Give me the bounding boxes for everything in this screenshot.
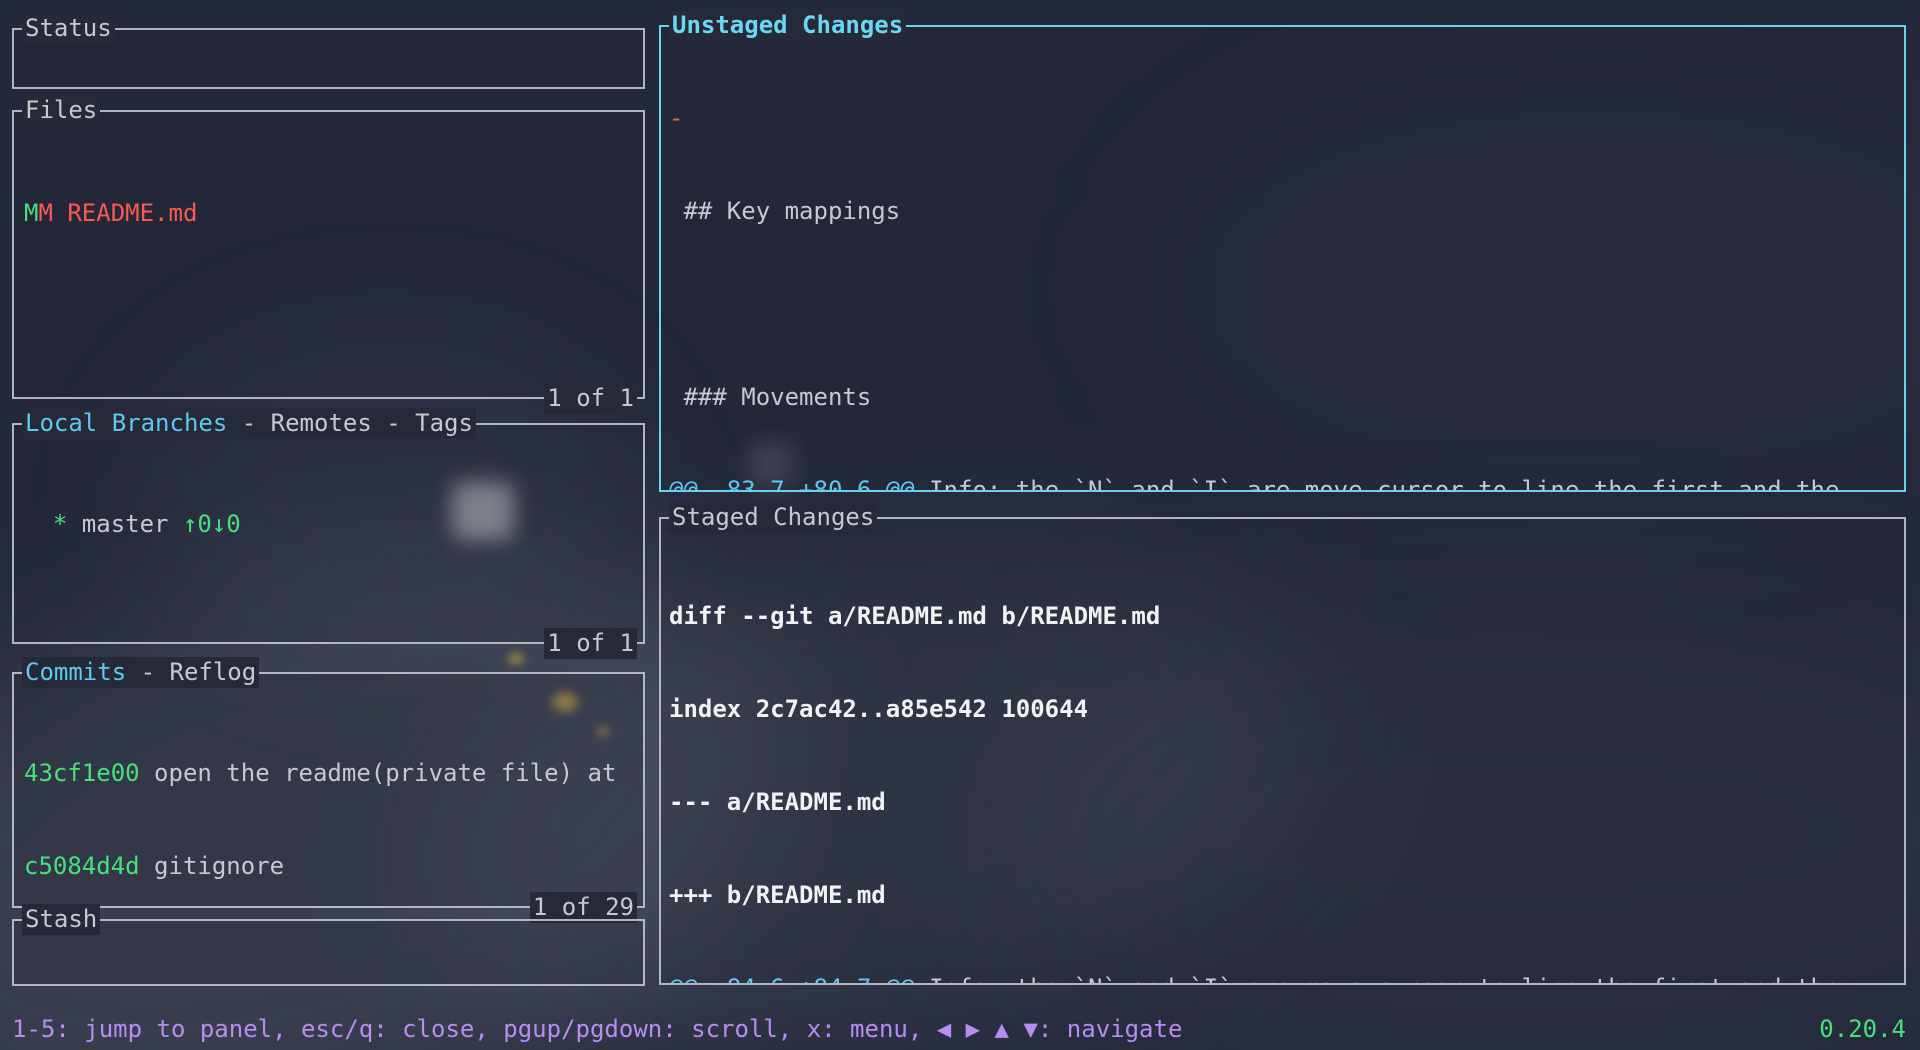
staged-status-flag: M: [24, 199, 38, 227]
branch-row[interactable]: * master ↑0↓0: [24, 509, 635, 540]
diff-hunk-line[interactable]: @@ -83,7 +80,6 @@ Info: the `N` and `I` …: [669, 475, 1896, 490]
file-name: README.md: [53, 199, 198, 227]
gitui-terminal: Status ↑0↓0 nvim → master Files MM READM…: [0, 0, 1920, 1050]
panel-commits[interactable]: Commits - Reflog 43cf1e00 open the readm…: [12, 672, 645, 908]
diff-file-header[interactable]: diff --git a/README.md b/README.md: [669, 601, 1896, 632]
hunk-context: Info: the `N` and `I` are move cursor to…: [915, 476, 1840, 490]
commit-message: open the readme(private file) at: [140, 759, 617, 787]
unstaged-diff: - ## Key mappings ### Movements @@ -83,7…: [661, 27, 1904, 490]
commits-list: 43cf1e00 open the readme(private file) a…: [14, 674, 643, 906]
branches-list: * master ↑0↓0: [14, 425, 643, 642]
status-content: ↑0↓0 nvim → master: [14, 30, 643, 87]
diff-removed-line[interactable]: -: [669, 103, 1896, 134]
diff-new-file[interactable]: +++ b/README.md: [669, 880, 1896, 911]
diff-context-line[interactable]: ### Movements: [669, 382, 1896, 413]
app-version: 0.20.4: [1819, 1014, 1906, 1045]
branch-ahead-behind: ↑0↓0: [183, 510, 241, 538]
hunk-header: @@ -83,7 +80,6 @@: [669, 476, 915, 490]
stash-list: [14, 921, 643, 984]
files-position-indicator: 1 of 1: [544, 383, 637, 414]
hunk-header: @@ -84,6 +84,7 @@: [669, 974, 915, 983]
commit-hash: 43cf1e00: [24, 759, 140, 787]
branches-position-indicator: 1 of 1: [544, 628, 637, 659]
panel-stash[interactable]: Stash: [12, 919, 645, 986]
current-branch-marker: *: [24, 510, 82, 538]
panel-files[interactable]: Files MM README.md 1 of 1: [12, 110, 645, 399]
commit-message: gitignore: [140, 852, 285, 880]
commit-hash: c5084d4d: [24, 852, 140, 880]
commit-row[interactable]: 43cf1e00 open the readme(private file) a…: [24, 758, 635, 789]
keybinding-hints: 1-5: jump to panel, esc/q: close, pgup/p…: [12, 1014, 1182, 1045]
footer-bar: 1-5: jump to panel, esc/q: close, pgup/p…: [12, 1014, 1906, 1045]
panel-staged-changes[interactable]: Staged Changes diff --git a/README.md b/…: [659, 517, 1906, 985]
diff-context-line[interactable]: ## Key mappings: [669, 196, 1896, 227]
files-list: MM README.md: [14, 112, 643, 397]
hunk-context: Info: the `N` and `I` are move cursor to…: [915, 974, 1840, 983]
branch-name: master: [82, 510, 183, 538]
diff-blank-line[interactable]: [669, 289, 1896, 320]
panel-branches[interactable]: Local Branches - Remotes - Tags * master…: [12, 423, 645, 644]
diff-hunk-line[interactable]: @@ -84,6 +84,7 @@ Info: the `N` and `I` …: [669, 973, 1896, 983]
diff-index-line[interactable]: index 2c7ac42..a85e542 100644: [669, 694, 1896, 725]
panel-unstaged-changes[interactable]: Unstaged Changes - ## Key mappings ### M…: [659, 25, 1906, 492]
commit-row[interactable]: c5084d4d gitignore: [24, 851, 635, 882]
diff-old-file[interactable]: --- a/README.md: [669, 787, 1896, 818]
file-entry[interactable]: MM README.md: [24, 198, 635, 229]
unstaged-status-flag: M: [38, 199, 52, 227]
panel-status[interactable]: Status ↑0↓0 nvim → master: [12, 28, 645, 89]
staged-diff: diff --git a/README.md b/README.md index…: [661, 519, 1904, 983]
